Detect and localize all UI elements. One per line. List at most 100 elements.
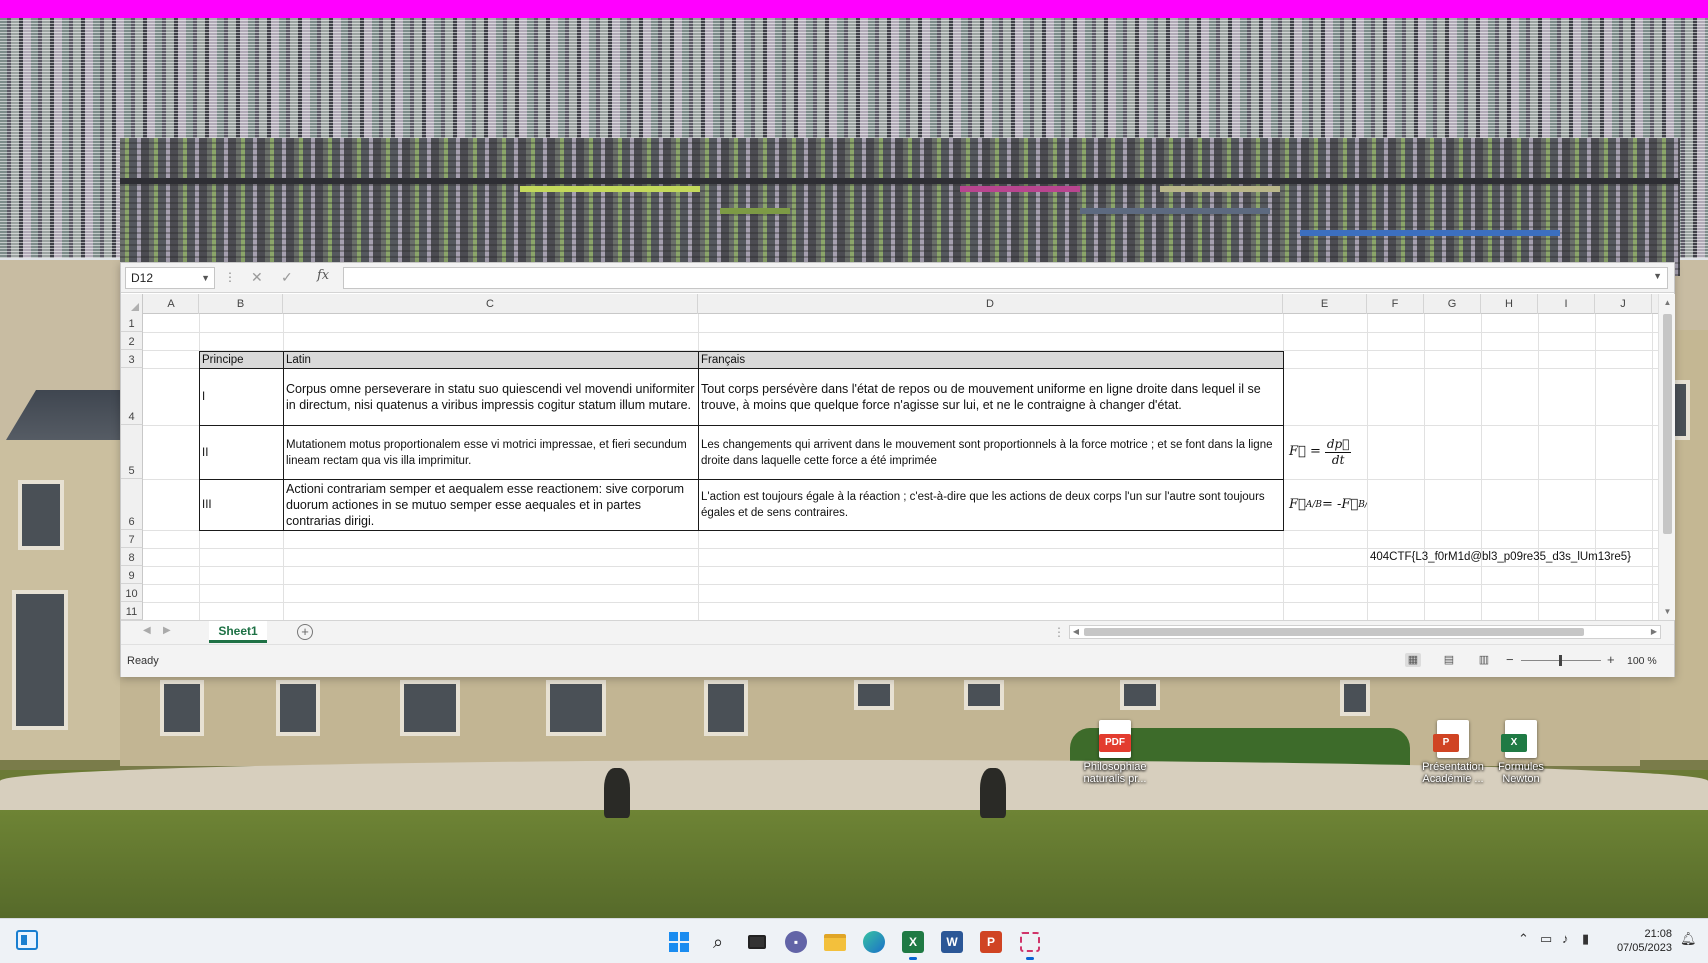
- excel-icon[interactable]: X: [898, 927, 928, 960]
- task-view-icon[interactable]: [742, 927, 772, 957]
- zoom-out-icon[interactable]: −: [1506, 652, 1514, 667]
- clock[interactable]: 21:08 07/05/2023: [1600, 927, 1672, 955]
- wallpaper-window: [276, 680, 320, 736]
- add-sheet-icon[interactable]: +: [297, 624, 313, 640]
- chevron-down-icon[interactable]: ▼: [201, 268, 210, 288]
- powerpoint-icon[interactable]: P: [976, 927, 1006, 957]
- sheet-tab-sheet1[interactable]: Sheet1: [209, 621, 267, 643]
- column-header[interactable]: J: [1595, 294, 1652, 314]
- row-header[interactable]: 6: [121, 479, 143, 530]
- row-header[interactable]: 3: [121, 350, 143, 368]
- row-header[interactable]: 2: [121, 332, 143, 350]
- row-header[interactable]: 8: [121, 548, 143, 566]
- normal-view-icon[interactable]: ▦: [1405, 653, 1421, 667]
- table-cell[interactable]: Corpus omne perseverare in statu suo qui…: [283, 368, 699, 426]
- page-break-view-icon[interactable]: ▥: [1476, 653, 1492, 667]
- desktop-icon-powerpoint[interactable]: P Présentation Académie ...: [1414, 720, 1492, 785]
- zoom-slider-knob[interactable]: [1559, 655, 1562, 666]
- check-icon[interactable]: ✓: [281, 269, 293, 286]
- folder-glyph: [824, 933, 846, 951]
- equation-newton-third-law[interactable]: F⃗A/B = -F⃗B/A: [1283, 479, 1367, 530]
- column-header[interactable]: H: [1481, 294, 1538, 314]
- scroll-thumb[interactable]: [1084, 628, 1584, 636]
- table-header-cell[interactable]: Français: [698, 351, 1284, 369]
- column-header[interactable]: E: [1283, 294, 1367, 314]
- table-header-cell[interactable]: Principe: [199, 351, 284, 369]
- equation-lhs: F⃗ =: [1289, 444, 1321, 459]
- status-text: Ready: [127, 655, 159, 667]
- page-layout-view-icon[interactable]: ▤: [1441, 653, 1457, 667]
- desktop-icon-pdf[interactable]: PDF Philosophiae naturalis pr...: [1076, 720, 1154, 785]
- row-header[interactable]: 5: [121, 425, 143, 479]
- row-header[interactable]: 1: [121, 314, 143, 332]
- notification-icon[interactable]: 🔔︎: [1680, 931, 1697, 947]
- table-cell[interactable]: Mutationem motus proportionalem esse vi …: [283, 425, 699, 480]
- zoom-level[interactable]: 100 %: [1627, 655, 1657, 667]
- battery-icon[interactable]: ▮: [1582, 931, 1589, 947]
- start-icon[interactable]: [664, 927, 694, 957]
- table-cell[interactable]: III: [199, 479, 284, 531]
- table-cell[interactable]: Tout corps persévère dans l'état de repo…: [698, 368, 1284, 426]
- equation-newton-second-law[interactable]: F⃗ = dp⃗ dt: [1283, 425, 1367, 479]
- select-all-button[interactable]: [121, 294, 143, 314]
- chevron-down-icon[interactable]: ▼: [1653, 271, 1662, 281]
- file-explorer-icon[interactable]: [820, 927, 850, 957]
- table-header-cell[interactable]: Latin: [283, 351, 699, 369]
- close-icon[interactable]: ✕: [251, 269, 263, 286]
- row-header[interactable]: 7: [121, 530, 143, 548]
- name-box[interactable]: D12 ▼: [125, 267, 215, 289]
- scroll-thumb[interactable]: [1663, 314, 1672, 534]
- column-header[interactable]: A: [144, 294, 199, 314]
- table-cell[interactable]: Actioni contrariam semper et aequalem es…: [283, 479, 699, 531]
- edge-icon[interactable]: [859, 927, 889, 957]
- wallpaper-window: [18, 480, 64, 550]
- column-header[interactable]: D: [698, 294, 1283, 314]
- network-icon[interactable]: ▭: [1540, 931, 1552, 947]
- horizontal-scrollbar[interactable]: ◀ ▶: [1069, 625, 1661, 639]
- row-header[interactable]: 9: [121, 566, 143, 584]
- row-header[interactable]: 11: [121, 602, 143, 620]
- next-sheet-icon[interactable]: ▶: [163, 625, 171, 636]
- formula-input[interactable]: ▼: [343, 267, 1668, 289]
- teams-glyph: ▪: [785, 931, 807, 953]
- function-icon[interactable]: fx: [317, 268, 329, 283]
- scroll-up-icon[interactable]: ▲: [1662, 297, 1673, 308]
- windows-logo-icon: [669, 932, 689, 952]
- scroll-down-icon[interactable]: ▼: [1662, 606, 1673, 617]
- column-header[interactable]: I: [1538, 294, 1595, 314]
- column-header[interactable]: F: [1367, 294, 1424, 314]
- prev-sheet-icon[interactable]: ◀: [143, 625, 151, 636]
- search-icon[interactable]: ⌕: [703, 927, 733, 957]
- gridline: [143, 602, 1658, 603]
- vertical-scrollbar[interactable]: ▲ ▼: [1658, 294, 1675, 620]
- volume-icon[interactable]: ♪: [1562, 931, 1569, 946]
- teams-icon[interactable]: ▪: [781, 927, 811, 957]
- glitch-stripe: [1080, 208, 1270, 214]
- table-cell[interactable]: Les changements qui arrivent dans le mou…: [698, 425, 1284, 480]
- column-header[interactable]: G: [1424, 294, 1481, 314]
- row-header[interactable]: 4: [121, 368, 143, 425]
- column-header[interactable]: C: [283, 294, 698, 314]
- scroll-right-icon[interactable]: ▶: [1648, 626, 1660, 638]
- row-header[interactable]: 10: [121, 584, 143, 602]
- column-header[interactable]: B: [199, 294, 283, 314]
- cell-f8-flag[interactable]: 404CTF{L3_f0rM1d@bl3_p09re35_d3s_lUm13re…: [1368, 548, 1652, 566]
- table-cell[interactable]: I: [199, 368, 284, 426]
- worksheet-grid[interactable]: A B C D E F G H I J 1 2 3 4 5 6 7 8 9 10…: [121, 294, 1658, 620]
- wallpaper-window: [400, 680, 460, 736]
- desktop-icon-label: Formules: [1498, 761, 1544, 773]
- sheet-tab-bar: ◀ ▶ Sheet1 + ⋮ ◀ ▶: [121, 620, 1674, 644]
- more-options-icon[interactable]: ⋮: [224, 270, 236, 284]
- zoom-in-icon[interactable]: +: [1607, 652, 1615, 667]
- table-cell[interactable]: L'action est toujours égale à la réactio…: [698, 479, 1284, 531]
- tab-splitter-icon[interactable]: ⋮: [1053, 625, 1065, 639]
- chevron-up-icon[interactable]: ⌃: [1518, 931, 1529, 947]
- widgets-icon[interactable]: [16, 930, 38, 950]
- zoom-slider[interactable]: [1521, 655, 1601, 666]
- table-cell[interactable]: II: [199, 425, 284, 480]
- desktop-icon-excel[interactable]: X Formules Newton: [1482, 720, 1560, 785]
- scroll-left-icon[interactable]: ◀: [1070, 626, 1082, 638]
- desktop-icon-label: Présentation: [1422, 761, 1484, 773]
- word-icon[interactable]: W: [937, 927, 967, 957]
- snipping-tool-icon[interactable]: [1015, 927, 1045, 960]
